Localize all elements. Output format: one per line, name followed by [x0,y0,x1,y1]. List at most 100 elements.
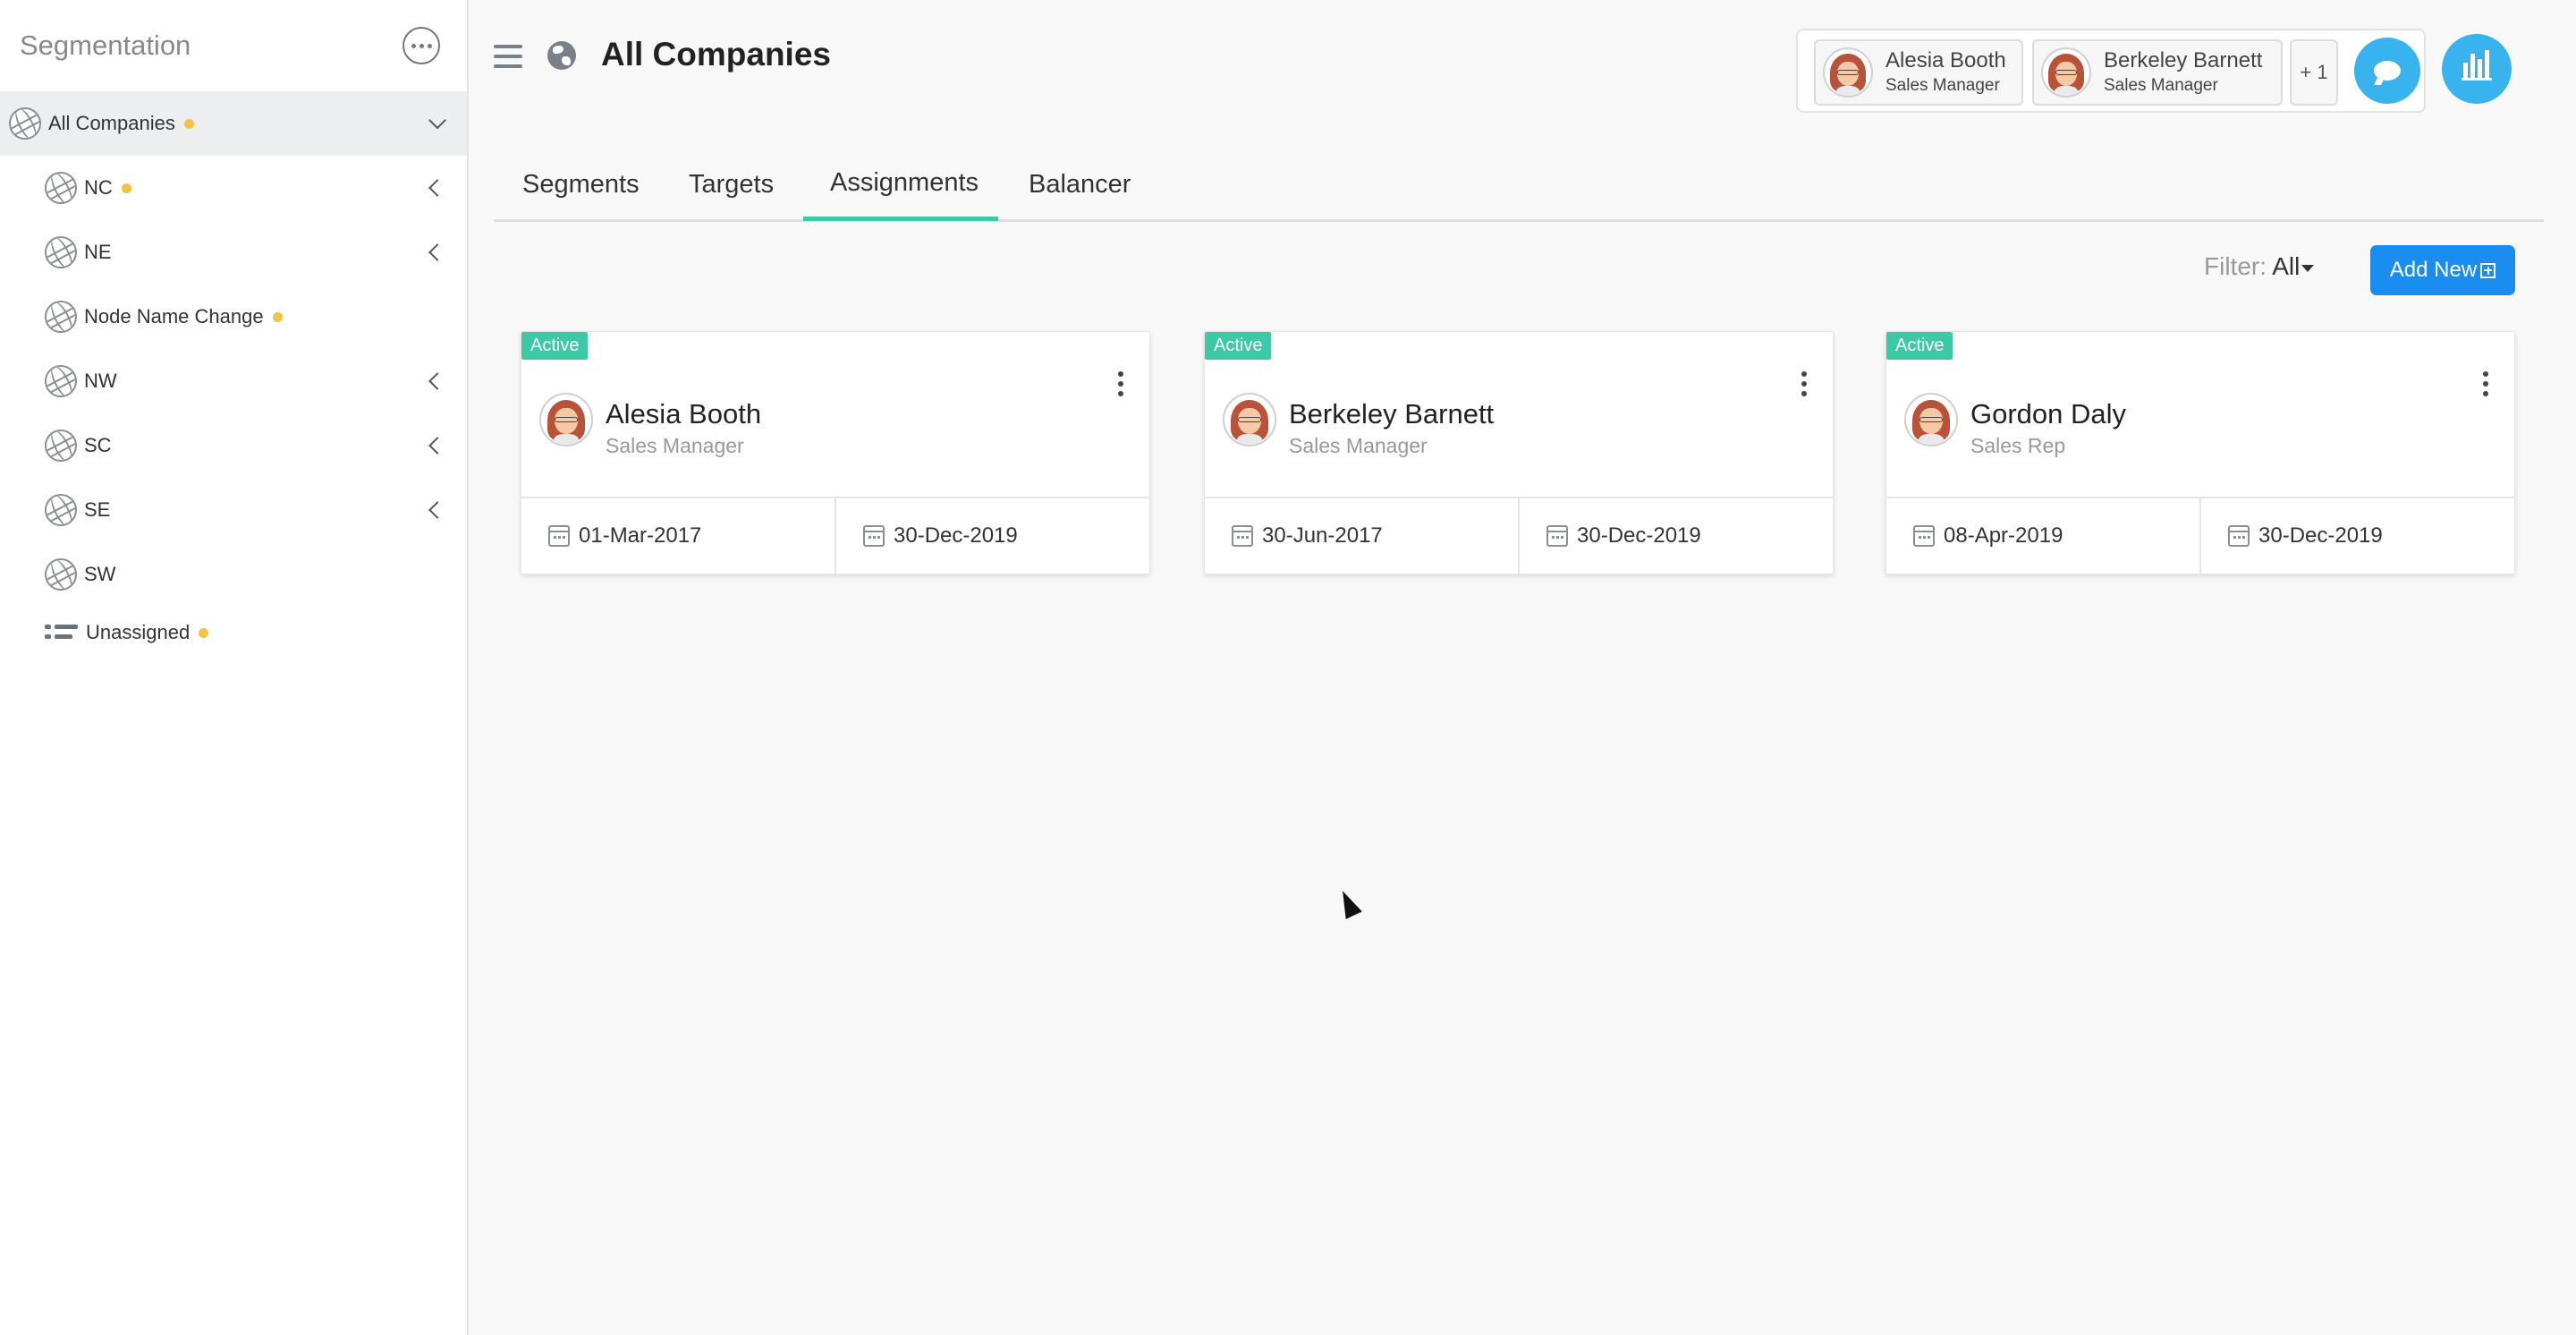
calendar-icon [1913,525,1935,547]
tab-balancer[interactable]: Balancer [1029,166,1131,222]
status-dot [199,627,209,638]
globe-icon [45,429,77,462]
sidebar-item-unassigned[interactable]: Unassigned [0,607,467,659]
filter-dropdown[interactable]: Filter: All [2204,252,2315,281]
card-dates: 01-Mar-2017 30-Dec-2019 [521,497,1149,574]
card-name: Berkeley Barnett [1289,398,1495,429]
assignment-card[interactable]: Active Alesia Booth Sales Manager 01-Mar… [521,331,1150,574]
end-date: 30-Dec-2019 [2199,498,2514,574]
plus-square-icon [2480,262,2496,278]
chevron-left-icon[interactable] [428,179,446,197]
sidebar-item-label: Unassigned [86,621,191,643]
sidebar-item-label: SC [84,434,112,456]
start-date-value: 01-Mar-2017 [579,523,702,548]
assignment-card[interactable]: Active Berkeley Barnett Sales Manager 30… [1204,331,1834,574]
start-date-value: 30-Jun-2017 [1262,523,1383,548]
status-dot [121,183,131,193]
card-dates: 08-Apr-2019 30-Dec-2019 [1886,497,2514,574]
sidebar-item-all-companies[interactable]: All Companies [0,91,467,156]
ellipsis-circle-icon[interactable] [402,27,440,64]
card-role: Sales Manager [606,434,744,457]
chevron-left-icon[interactable] [428,501,446,519]
calendar-icon [2228,525,2250,547]
card-dates: 30-Jun-2017 30-Dec-2019 [1205,497,1833,574]
add-new-button[interactable]: Add New [2370,245,2515,295]
sidebar-item-nw[interactable]: NW [0,349,467,413]
hamburger-menu-icon[interactable] [494,45,522,68]
list-icon [45,622,79,643]
calendar-icon [548,525,570,547]
sidebar-item-sw[interactable]: SW [0,542,467,607]
avatar [1823,47,1873,98]
tab-segments[interactable]: Segments [522,166,640,222]
add-new-label: Add New [2389,258,2478,282]
kebab-menu-icon[interactable] [1801,371,1808,396]
card-role: Sales Rep [1970,434,2066,457]
bar-chart-icon [2462,78,2492,81]
sidebar-title: Segmentation [20,30,191,61]
globe-icon [9,107,41,140]
assignment-card[interactable]: Active Gordon Daly Sales Rep 08-Apr-2019… [1885,331,2515,574]
sidebar-item-nc[interactable]: NC [0,156,467,220]
chat-button[interactable] [2354,38,2420,104]
page-title: All Companies [601,36,831,72]
start-date: 08-Apr-2019 [1886,498,2199,574]
sidebar-item-label: All Companies [48,112,175,134]
chevron-left-icon[interactable] [428,243,446,261]
filter-label: Filter: [2204,252,2267,280]
avatar [1223,393,1276,446]
calendar-icon [863,525,885,547]
calendar-icon [1232,525,1253,547]
end-date-value: 30-Dec-2019 [2258,523,2383,548]
start-date: 30-Jun-2017 [1205,498,1518,574]
user-chip-name: Alesia Booth [1885,48,2006,72]
start-date: 01-Mar-2017 [521,498,835,574]
user-chip[interactable]: Berkeley Barnett Sales Manager [2032,39,2283,106]
start-date-value: 08-Apr-2019 [1944,523,2063,548]
card-role: Sales Manager [1289,434,1428,457]
user-chip[interactable]: Alesia Booth Sales Manager [1814,39,2023,106]
end-date: 30-Dec-2019 [1518,498,1833,574]
avatar [1904,393,1958,446]
end-date-value: 30-Dec-2019 [894,523,1018,548]
sidebar-item-se[interactable]: SE [0,478,467,542]
sidebar-item-ne[interactable]: NE [0,220,467,285]
sidebar-item-label: NE [84,241,112,263]
globe-icon [45,236,77,268]
kebab-menu-icon[interactable] [1117,371,1124,396]
user-chip-role: Sales Manager [2104,76,2218,95]
sidebar-item-node-name-change[interactable]: Node Name Change [0,285,467,349]
caret-down-icon [2301,264,2315,272]
chat-icon [2374,61,2401,81]
user-chip-name: Berkeley Barnett [2104,48,2263,72]
card-name: Alesia Booth [606,398,762,429]
sidebar-item-label: SE [84,498,111,521]
kebab-menu-icon[interactable] [2482,371,2489,396]
tab-targets[interactable]: Targets [689,166,774,222]
chevron-down-icon[interactable] [428,111,446,130]
globe-icon [45,558,77,591]
more-users-chip[interactable]: + 1 [2290,39,2338,106]
bar-chart-icon [2485,50,2489,81]
calendar-icon [1546,525,1568,547]
user-chip-role: Sales Manager [1885,76,2000,95]
chevron-left-icon[interactable] [428,437,446,455]
sidebar: Segmentation All Companies NC NE Node Na… [0,0,469,1335]
status-badge: Active [521,332,589,360]
tab-assignments[interactable]: Assignments [830,165,979,220]
sidebar-header: Segmentation [0,0,467,91]
chevron-left-icon[interactable] [428,372,446,390]
avatar [2041,47,2091,98]
bar-chart-button[interactable] [2442,34,2512,104]
status-badge: Active [1886,332,1953,360]
sidebar-item-label: SW [84,563,116,585]
bar-chart-icon [2470,54,2475,81]
assigned-users-panel: Alesia Booth Sales Manager Berkeley Barn… [1796,29,2426,113]
end-date: 30-Dec-2019 [835,498,1149,574]
sidebar-item-sc[interactable]: SC [0,413,467,478]
sidebar-item-label: Node Name Change [84,305,264,327]
sidebar-item-label: NC [84,176,113,199]
end-date-value: 30-Dec-2019 [1577,523,1701,548]
globe-icon [547,41,576,70]
globe-icon [45,172,77,204]
